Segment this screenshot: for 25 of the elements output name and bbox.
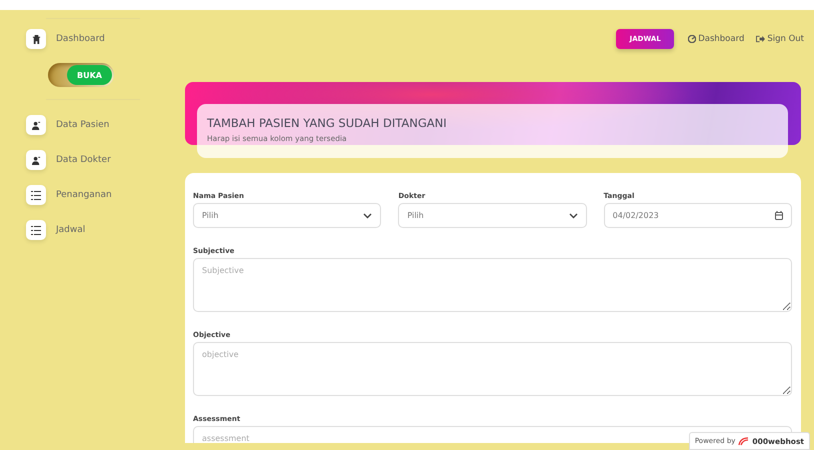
nav-link[interactable]: Dashboard — [688, 34, 744, 44]
sidebar-item[interactable]: Jadwal — [26, 219, 180, 241]
person-icon — [32, 120, 40, 130]
exit-icon — [756, 34, 766, 42]
person-icon — [32, 156, 40, 164]
calendar-icon — [774, 211, 783, 220]
logo-icon — [738, 436, 750, 446]
page-title: TAMBAH PASIEN YANG SUDAH DITANGANI — [207, 116, 448, 130]
select-field[interactable]: Pilih — [398, 203, 587, 228]
chevron-down-icon — [363, 212, 372, 218]
building-icon — [32, 34, 40, 44]
list-icon — [31, 190, 41, 200]
text-area[interactable]: objective — [193, 342, 792, 396]
date-field[interactable]: 04/02/2023 — [604, 203, 792, 228]
sidebar-item[interactable]: Dashboard — [26, 28, 180, 50]
chevron-down-icon — [568, 212, 578, 218]
text-area[interactable]: Subjective — [193, 258, 792, 312]
gauge-icon — [688, 34, 696, 42]
sidebar-item[interactable]: Data Dokter — [26, 149, 180, 171]
select-field[interactable]: Pilih — [193, 203, 382, 228]
nav-link[interactable]: Sign Out — [756, 34, 804, 44]
sidebar-item[interactable]: Data Pasien — [26, 114, 180, 136]
list-icon — [31, 226, 41, 234]
sidebar-item[interactable]: Penanganan — [26, 184, 180, 206]
toggle-switch[interactable]: BUKA — [67, 65, 112, 85]
